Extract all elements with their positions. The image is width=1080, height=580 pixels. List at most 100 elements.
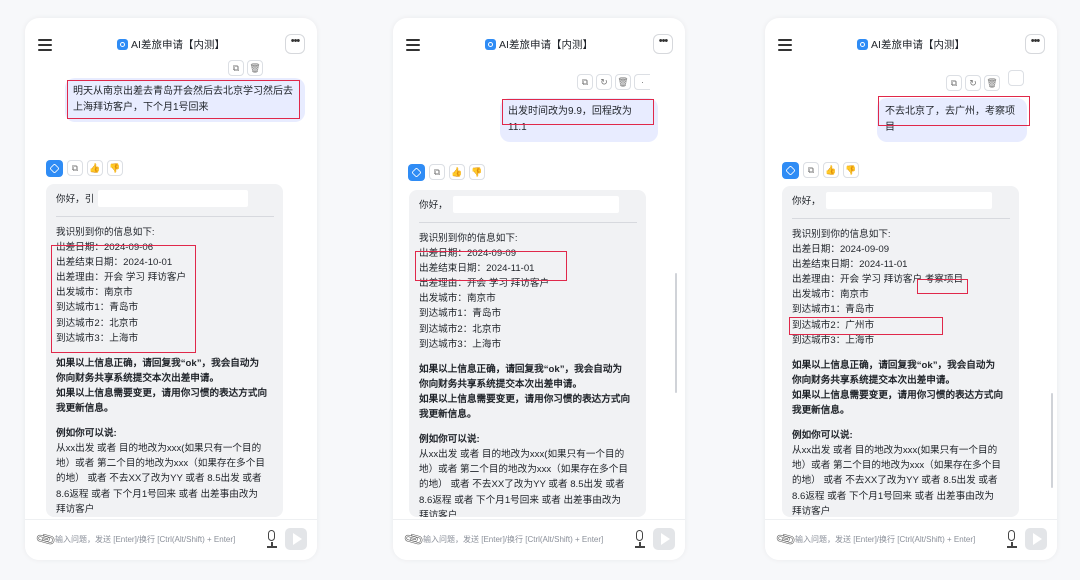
more-button[interactable]: ••• <box>1025 34 1045 54</box>
confirm-text: 如果以上信息需要变更，请用你习惯的表达方式向 <box>56 387 268 399</box>
thumbs-down-icon[interactable]: 👎 <box>843 162 859 178</box>
scrollbar[interactable] <box>675 273 677 393</box>
thumbs-down-icon[interactable]: 👎 <box>469 164 485 180</box>
copy-icon[interactable]: ⧉ <box>803 162 819 178</box>
send-button[interactable] <box>285 528 307 550</box>
confirm-text: 如果以上信息正确，请回复我“ok”，我会自动为 <box>56 357 260 369</box>
info-line: 到达城市1：青岛市 <box>419 308 502 320</box>
example-line: 8.6返程 或者 下个月1号回来 或者 出差事由改为 <box>792 490 995 502</box>
info-line: 到达城市2：北京市 <box>419 323 502 335</box>
bot-avatar <box>782 162 799 179</box>
info-line: 到达城市3：上海市 <box>419 338 502 350</box>
send-button[interactable] <box>653 528 675 550</box>
chat-panel-3: AI差旅申请【内测】 ••• ⧉ ↻ 🗑 不去北京了，去广州，考察项目 ⧉ 👍 👎 你好… <box>765 18 1057 560</box>
microphone-icon[interactable] <box>1005 530 1019 548</box>
example-line: 从xx出发 或者 目的地改为xxx(如果只有一个目的 <box>419 449 625 461</box>
microphone-icon[interactable] <box>633 530 647 548</box>
microphone-icon[interactable] <box>265 530 279 548</box>
user-message-actions: ⧉ 🗑 <box>225 58 263 76</box>
divider <box>792 218 1010 219</box>
copy-icon[interactable]: ⧉ <box>67 160 83 176</box>
greeting-text: 你好，引 <box>56 194 95 205</box>
bot-message-actions: ⧉ 👍 👎 <box>408 164 485 182</box>
message-input[interactable]: 输入问题，发送 [Enter]/换行 [Ctrl(Alt/Shift) + En… <box>423 534 603 545</box>
copy-icon[interactable]: ⧉ <box>228 60 244 76</box>
app-title: AI差旅申请【内测】 <box>393 37 685 52</box>
chat-header: AI差旅申请【内测】 ••• <box>765 32 1057 60</box>
example-line: 的地） 或者 不去XX了改为YY 或者 8.5出发 或者 <box>419 479 625 491</box>
info-line: 出差日期：2024-09-09 <box>792 244 890 256</box>
info-line: 出差结束日期：2024-10-01 <box>56 257 173 269</box>
thumbs-up-icon[interactable]: 👍 <box>823 162 839 178</box>
confirm-text: 我更新信息。 <box>419 409 477 421</box>
more-actions[interactable]: · <box>634 74 650 90</box>
refresh-icon[interactable]: ↻ <box>965 75 981 91</box>
info-line: 出差日期：2024-09-09 <box>419 248 517 260</box>
info-line: 到达城市3：上海市 <box>56 332 139 344</box>
example-line: 拜访客户 <box>792 505 831 517</box>
user-message-actions: ⧉ ↻ 🗑 · <box>574 72 650 90</box>
info-line: 到达城市1：青岛市 <box>792 304 875 316</box>
scrollbar[interactable] <box>1051 393 1053 488</box>
more-actions[interactable] <box>1008 70 1024 86</box>
info-line: 到达城市2：北京市 <box>56 317 139 329</box>
greeting-text: 你好， <box>792 196 821 207</box>
example-title: 例如你可以说: <box>56 428 117 440</box>
thumbs-down-icon[interactable]: 👎 <box>107 160 123 176</box>
info-line: 出差结束日期：2024-11-01 <box>419 263 535 275</box>
info-line: 出差理由：开会 学习 拜访客户 考察项目 <box>792 274 964 286</box>
info-line: 出发城市：南京市 <box>792 289 869 301</box>
bot-avatar <box>408 164 425 181</box>
confirm-text: 我更新信息。 <box>56 403 114 415</box>
info-line: 出发城市：南京市 <box>56 287 133 299</box>
example-line: 地）或者 第二个目的地改为xxx（如果存在多个目 <box>56 458 265 470</box>
info-line: 出差日期：2024-09-06 <box>56 242 154 254</box>
confirm-text: 如果以上信息需要变更，请用你习惯的表达方式向 <box>419 393 631 405</box>
thumbs-up-icon[interactable]: 👍 <box>449 164 465 180</box>
send-button[interactable] <box>1025 528 1047 550</box>
app-title-text: AI差旅申请【内测】 <box>499 39 593 51</box>
copy-icon[interactable]: ⧉ <box>946 75 962 91</box>
confirm-text: 我更新信息。 <box>792 405 850 417</box>
app-title: AI差旅申请【内测】 <box>25 37 317 52</box>
app-logo-icon <box>117 39 129 50</box>
info-line: 出发城市：南京市 <box>419 293 496 305</box>
user-message-text: 不去北京了，去广州，考察项目 <box>885 106 1015 133</box>
user-message: 明天从南京出差去青岛开会然后去北京学习然后去上海拜访客户，下个月1号回来 <box>65 78 305 122</box>
more-button[interactable]: ••• <box>285 34 305 54</box>
chat-panel-2: AI差旅申请【内测】 ••• ⧉ ↻ 🗑 · 出发时间改为9.9，回程改为11.1 ⧉… <box>393 18 685 560</box>
chat-panel-1: AI差旅申请【内测】 ••• ⧉ 🗑 明天从南京出差去青岛开会然后去北京学习然后去… <box>25 18 317 560</box>
bot-avatar <box>46 160 63 177</box>
example-line: 地）或者 第二个目的地改为xxx（如果存在多个目 <box>792 460 1001 472</box>
example-line: 拜访客户 <box>419 509 458 517</box>
bot-message: 你好， 我识别到你的信息如下: 出差日期：2024-09-09 出差结束日期：2… <box>782 186 1019 517</box>
copy-icon[interactable]: ⧉ <box>577 74 593 90</box>
info-line: 到达城市2：广州市 <box>792 319 875 331</box>
delete-icon[interactable]: 🗑 <box>247 60 263 76</box>
info-intro: 我识别到你的信息如下: <box>56 227 155 238</box>
bot-message-actions: ⧉ 👍 👎 <box>782 162 859 180</box>
delete-icon[interactable]: 🗑 <box>984 75 1000 91</box>
thumbs-up-icon[interactable]: 👍 <box>87 160 103 176</box>
confirm-text: 如果以上信息需要变更，请用你习惯的表达方式向 <box>792 389 1004 401</box>
app-logo-icon <box>857 39 869 50</box>
info-intro: 我识别到你的信息如下: <box>419 233 518 244</box>
app-title: AI差旅申请【内测】 <box>765 37 1057 52</box>
message-input[interactable]: 输入问题，发送 [Enter]/换行 [Ctrl(Alt/Shift) + En… <box>55 534 235 545</box>
message-input[interactable]: 输入问题，发送 [Enter]/换行 [Ctrl(Alt/Shift) + En… <box>795 534 975 545</box>
input-bar: 📎︎ 输入问题，发送 [Enter]/换行 [Ctrl(Alt/Shift) +… <box>765 519 1057 560</box>
refresh-icon[interactable]: ↻ <box>596 74 612 90</box>
example-title: 例如你可以说: <box>792 430 853 442</box>
greeting-text: 你好， <box>419 200 448 211</box>
example-line: 的地） 或者 不去XX了改为YY 或者 8.5出发 或者 <box>792 475 998 487</box>
bot-message: 你好， 我识别到你的信息如下: 出差日期：2024-09-09 出差结束日期：2… <box>409 190 646 517</box>
copy-icon[interactable]: ⧉ <box>429 164 445 180</box>
redacted-name <box>453 196 619 213</box>
more-button[interactable]: ••• <box>653 34 673 54</box>
app-title-text: AI差旅申请【内测】 <box>871 39 965 51</box>
user-message-text: 出发时间改为9.9，回程改为11.1 <box>508 106 632 133</box>
divider <box>419 222 637 223</box>
app-title-text: AI差旅申请【内测】 <box>131 39 225 51</box>
bot-message-actions: ⧉ 👍 👎 <box>46 160 123 178</box>
delete-icon[interactable]: 🗑 <box>615 74 631 90</box>
